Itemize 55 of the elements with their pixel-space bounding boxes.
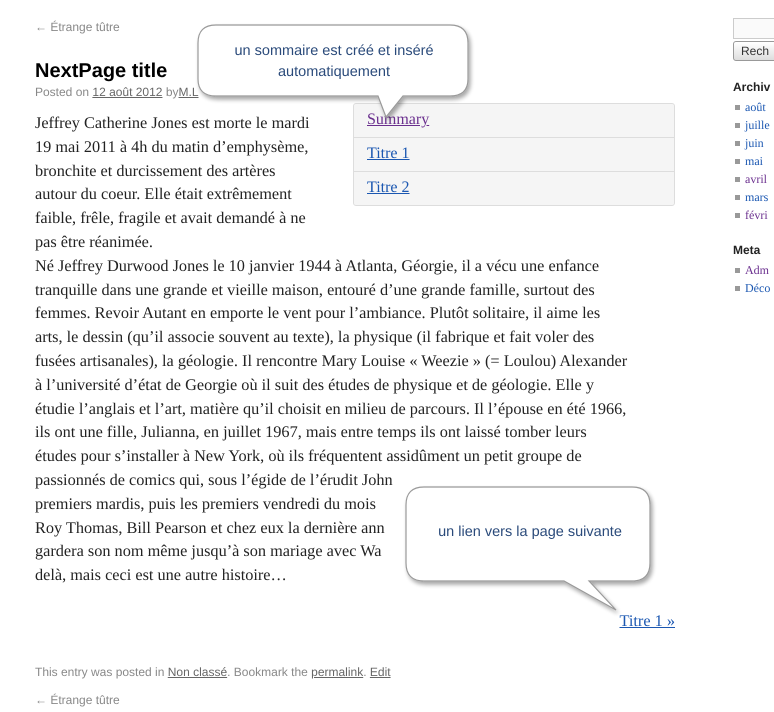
bullet-icon (735, 104, 740, 110)
bullet-icon (735, 286, 740, 290)
permalink-link[interactable]: permalink (311, 664, 364, 679)
toc-link[interactable]: Summary (367, 111, 430, 128)
date-link[interactable]: 12 août 2012 (92, 85, 162, 99)
next-page-link[interactable]: Titre 1 » (620, 610, 675, 630)
body-text-line: passionnés de comics qui, sous l’égide de l’érudit John (35, 468, 393, 491)
body-text-line: études pour s’installer à New York, où ils fréquentent assidûment un petit groupe de (35, 445, 582, 468)
callout-text: un sommaire est créé et inséré automatiquement (233, 42, 435, 82)
body-text-line: femmes. Revoir Autant en emporte le vent pour l’ambiance. Plutôt solitaire, il aime les (35, 302, 600, 324)
sidebar-link[interactable]: Déco (745, 280, 770, 296)
body-paragraph: Jeffrey Catherine Jones est morte le mardi 19 mai 2011 à 4h du matin d’emphysème, bronchite et durcissement des artères autour du coeur. Elle était extrêmement faible, frêle, fragile et avait demandé à ne pas être réanimée. (35, 112, 310, 253)
body-text-line: gardera son nom même jusqu’à son mariage avec Wa (35, 540, 382, 562)
footer-text: . (363, 664, 367, 679)
footer-text: This entry was posted in (35, 664, 164, 679)
bullet-icon (735, 122, 740, 128)
callout-text: un lien vers la page suivante (437, 523, 623, 542)
widget-title: Archiv (733, 80, 770, 94)
sidebar-link[interactable]: juille (745, 118, 770, 132)
body-text-line: Né Jeffrey Durwood Jones le 10 janvier 1944 à Atlanta, Géorgie, il a vécu une enfance (35, 254, 600, 277)
sidebar-link[interactable]: août (745, 100, 766, 114)
body-text-line: arts, le dessin (qu’il associe souvent au texte), la physique (il fabrique et fait voler des (35, 326, 594, 348)
category-link[interactable]: Non classé (168, 664, 228, 679)
body-text-line: ils ont une fille, Julianna, en juillet 1967, mais entre temps ils ont laissé tomber leurs (35, 421, 587, 444)
body-text-line: fusées artisanales), la géologie. Il rencontre Mary Louise « Weezie » (= Loulou) Alexander (35, 350, 628, 372)
sidebar-link[interactable]: mars (745, 190, 768, 204)
meta-text: Posted on (35, 85, 90, 99)
search-button[interactable]: Rech (733, 41, 774, 61)
body-text-line: à l’université d’état de Georgie où il suit des études de physique et de géologie. Elle y (35, 374, 594, 396)
body-text-line: tranquille dans une grande et vieille maison, entouré d’une grande famille, surtout des (35, 278, 595, 301)
previous-post-link[interactable]: ← Étrange tûtre (35, 20, 120, 34)
sidebar-link[interactable]: mai (745, 154, 763, 168)
body-text-line: Roy Thomas, Bill Pearson et chez eux la dernière ann (35, 516, 385, 539)
bullet-icon (735, 268, 740, 272)
toc-link[interactable]: Titre 2 (367, 179, 410, 196)
edit-link[interactable]: Edit (370, 664, 391, 679)
sidebar-link[interactable]: avril (745, 172, 767, 186)
sidebar-link[interactable]: Adm (745, 262, 769, 278)
body-text-line: étudie l’anglais et l’art, matière qu’il choisit en milieu de parcours. Il l’épouse en été 1966, (35, 398, 626, 420)
author-link[interactable]: M.L (178, 85, 199, 99)
bullet-icon (735, 194, 740, 200)
meta-text: by (166, 85, 178, 99)
sidebar-link[interactable]: juin (745, 136, 764, 150)
body-text-line: delà, mais ceci est une autre histoire… (35, 564, 287, 586)
widget-title: Meta (733, 243, 760, 257)
footer-text: . Bookmark the (227, 664, 308, 679)
sidebar-link[interactable]: févri (745, 208, 768, 222)
bullet-icon (735, 158, 740, 164)
post-title: NextPage title (35, 59, 168, 84)
bullet-icon (735, 212, 740, 218)
previous-post-link[interactable]: ← Étrange tûtre (35, 692, 120, 707)
bullet-icon (735, 140, 740, 146)
body-text-line: premiers mardis, puis les premiers vendredi du mois (35, 492, 376, 515)
bullet-icon (735, 176, 740, 182)
toc-link[interactable]: Titre 1 (367, 145, 410, 162)
